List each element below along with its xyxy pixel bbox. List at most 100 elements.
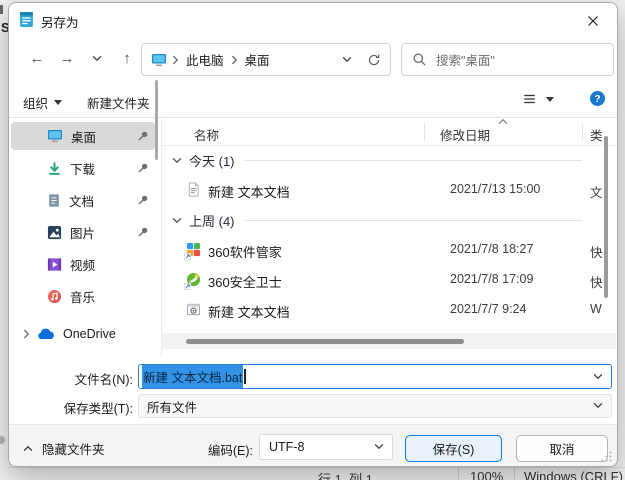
- sidebar-item-label: OneDrive: [63, 327, 116, 341]
- nav-buttons: ← → ↑: [22, 50, 142, 67]
- sidebar-item-label: 下载: [70, 159, 95, 178]
- pc-icon: [151, 53, 167, 67]
- sidebar-item-label: 音乐: [70, 287, 95, 306]
- sidebar-item-desktop[interactable]: 桌面: [11, 122, 155, 150]
- onedrive-icon: [37, 328, 55, 340]
- close-icon: [587, 15, 599, 27]
- column-header-date[interactable]: 修改日期: [440, 125, 490, 144]
- column-headers: 名称 修改日期 类: [162, 119, 616, 146]
- background-window-fragment: [0, 436, 5, 444]
- forward-button[interactable]: →: [52, 50, 82, 67]
- up-button[interactable]: ↑: [112, 50, 142, 67]
- file-name: 360安全卫士: [208, 272, 282, 291]
- address-bar[interactable]: 此电脑 桌面: [141, 43, 391, 76]
- titlebar: 另存为: [9, 3, 617, 37]
- sidebar-item-label: 桌面: [71, 127, 96, 146]
- column-divider: [582, 123, 583, 141]
- search-icon: [412, 52, 427, 67]
- file-name: 新建 文本文档: [208, 302, 290, 321]
- file-group-header[interactable]: 上周 (4): [162, 205, 616, 235]
- documents-icon: [47, 193, 61, 208]
- help-button[interactable]: ?: [590, 91, 605, 106]
- sidebar-item-videos[interactable]: 视频: [11, 250, 155, 278]
- cancel-button[interactable]: 取消: [516, 435, 608, 462]
- file-name: 360软件管家: [208, 242, 282, 261]
- batch-icon: [186, 302, 201, 317]
- file-row[interactable]: 360软件管家2021/7/8 18:27快: [162, 235, 616, 265]
- sidebar-item-music[interactable]: 音乐: [11, 282, 155, 310]
- statusbar-text: Windows (CRLF): [524, 469, 623, 480]
- horizontal-scrollbar-track: [162, 333, 616, 349]
- filename-label: 文件名(N):: [9, 369, 133, 388]
- sidebar-item-onedrive[interactable]: OneDrive: [11, 320, 155, 348]
- save-button[interactable]: 保存(S): [405, 435, 502, 462]
- pin-icon[interactable]: [137, 162, 149, 174]
- sidebar: 桌面下载文档图片视频音乐 OneDrive: [9, 119, 161, 357]
- dialog-title: 另存为: [41, 12, 79, 31]
- shortcut-arrow-icon: [184, 283, 191, 290]
- toolbar: 组织 新建文件夹 ?: [9, 85, 617, 118]
- shortcut-arrow-icon: [184, 253, 191, 260]
- filename-input[interactable]: 新建 文本文档.bat: [138, 364, 612, 389]
- savetype-label: 保存类型(T):: [9, 398, 133, 417]
- vertical-scrollbar[interactable]: [604, 136, 608, 298]
- recent-locations-button[interactable]: [82, 55, 112, 62]
- encoding-dropdown[interactable]: UTF-8: [259, 434, 393, 460]
- desktop-icon: [47, 129, 63, 143]
- sidebar-scrollbar[interactable]: [155, 80, 158, 160]
- save-as-dialog: 另存为 ← → ↑ 此电脑桌面 组织 新建文件夹: [8, 2, 618, 467]
- breadcrumb-item[interactable]: 此电脑: [186, 50, 224, 69]
- sidebar-item-pictures[interactable]: 图片: [11, 218, 155, 246]
- sort-ascending-icon: [498, 119, 508, 125]
- file-row[interactable]: 360安全卫士2021/7/8 17:09快: [162, 265, 616, 295]
- resize-grip[interactable]: [601, 451, 612, 462]
- file-row[interactable]: 新建 文本文档2021/7/13 15:00文: [162, 175, 616, 205]
- music-icon: [47, 289, 62, 304]
- group-rule: [245, 160, 582, 161]
- file-type: W: [590, 302, 607, 316]
- view-options-button[interactable]: [522, 92, 554, 106]
- file-list: 今天 (1) 新建 文本文档2021/7/13 15:00文上周 (4) 360软件…: [162, 145, 616, 325]
- new-folder-button[interactable]: 新建文件夹: [87, 93, 150, 112]
- screen: S 行 1, 列 1100%Windows (CRLF) 另存为 ← → ↑ 此…: [0, 0, 625, 480]
- pin-icon[interactable]: [137, 226, 149, 238]
- encoding-label: 编码(E):: [129, 440, 253, 459]
- file-date: 2021/7/8 18:27: [450, 242, 533, 256]
- sidebar-item-downloads[interactable]: 下载: [11, 154, 155, 182]
- chevron-down-icon[interactable]: [593, 373, 603, 380]
- search-box: [401, 43, 614, 76]
- sidebar-item-label: 视频: [70, 255, 95, 274]
- search-input[interactable]: [434, 44, 608, 77]
- chevron-down-icon: [172, 157, 182, 164]
- refresh-icon[interactable]: [367, 53, 381, 67]
- chevron-right-icon: [231, 55, 238, 65]
- chevron-right-icon[interactable]: [19, 329, 33, 339]
- back-button[interactable]: ←: [22, 50, 52, 67]
- organize-button[interactable]: 组织: [23, 93, 62, 112]
- close-button[interactable]: [577, 9, 609, 32]
- caret-down-icon: [54, 100, 62, 105]
- file-row[interactable]: 新建 文本文档2021/7/7 9:24W: [162, 295, 616, 325]
- horizontal-scrollbar-thumb[interactable]: [186, 339, 464, 344]
- file-group-header[interactable]: 今天 (1): [162, 145, 616, 175]
- sidebar-item-documents[interactable]: 文档: [11, 186, 155, 214]
- pin-icon[interactable]: [137, 194, 149, 206]
- group-label: 上周 (4): [189, 211, 235, 230]
- savetype-value: 所有文件: [147, 397, 197, 416]
- group-label: 今天 (1): [189, 151, 235, 170]
- background-window-fragment: [0, 5, 3, 14]
- sidebar-item-label: 图片: [70, 223, 95, 242]
- pictures-icon: [47, 225, 62, 240]
- statusbar-text: 100%: [470, 469, 503, 480]
- hide-folders-button[interactable]: 隐藏文件夹: [23, 439, 105, 458]
- file-date: 2021/7/13 15:00: [450, 182, 540, 196]
- address-history-button[interactable]: [342, 56, 352, 63]
- breadcrumb-item[interactable]: 桌面: [245, 50, 270, 69]
- column-header-name[interactable]: 名称: [194, 125, 219, 144]
- chevron-right-icon: [172, 55, 179, 65]
- savetype-dropdown[interactable]: 所有文件: [138, 394, 612, 418]
- downloads-icon: [47, 161, 62, 176]
- text-caret: [244, 369, 246, 384]
- textdoc-icon: [186, 182, 201, 197]
- pin-icon[interactable]: [137, 130, 149, 142]
